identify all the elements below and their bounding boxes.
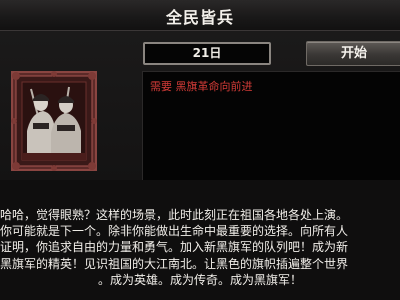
requirements-box: 需要 黑旗革命向前进 [142, 71, 400, 196]
title-bar: 全民皆兵 [0, 0, 400, 31]
soldiers-portrait-icon [11, 71, 97, 171]
story-line: 黑旗军的精英！见识祖国的大江南北。让黑色的旗帜插遍整个世界 [0, 256, 349, 271]
event-window: 全民皆兵 21日 开始 需要 黑旗革命向前进 哈哈，觉得眼熟？这样的场景，此时此… [0, 0, 400, 300]
story-line: 哈哈，觉得眼熟？这样的场景，此时此刻正在祖国各地各处上演。 [0, 208, 349, 222]
story-line: 证明，你追求自由的力量和勇气。加入新黑旗军的队列吧！成为新 [0, 240, 349, 255]
story-text: 哈哈，觉得眼熟？这样的场景，此时此刻正在祖国各地各处上演。 你可能就是下一个。除… [0, 207, 400, 288]
event-title: 全民皆兵 [165, 8, 234, 27]
story-line: 你可能就是下一个。除非你能做出生命中最重要的选择。向所有人 [0, 224, 349, 239]
event-portrait [11, 71, 97, 171]
event-date-field: 21日 [143, 42, 271, 65]
event-panel: 21日 开始 需要 黑旗革命向前进 [0, 31, 400, 196]
start-button[interactable]: 开始 [306, 41, 400, 66]
story-line: 。成为英雄。成为传奇。成为黑旗军！ [97, 272, 302, 287]
story-section: 哈哈，觉得眼熟？这样的场景，此时此刻正在祖国各地各处上演。 你可能就是下一个。除… [0, 180, 400, 300]
requirement-text: 需要 黑旗革命向前进 [150, 80, 253, 93]
